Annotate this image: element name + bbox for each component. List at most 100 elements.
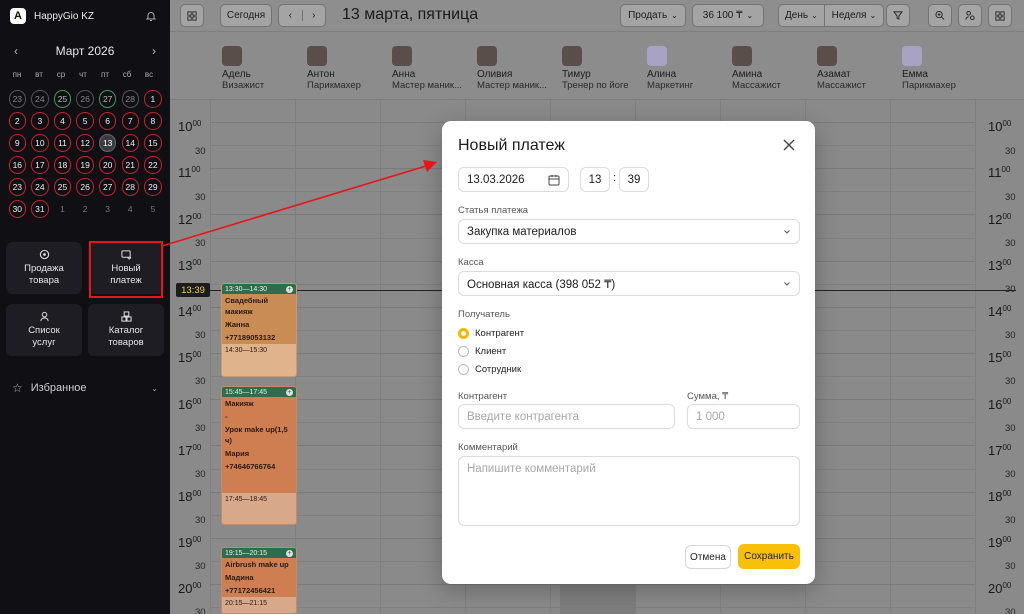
new-payment-tile[interactable]: Новый платеж	[88, 242, 164, 294]
cancel-button[interactable]: Отмена	[685, 545, 731, 569]
calendar-day[interactable]: 21	[121, 156, 140, 174]
calendar-day[interactable]: 31	[31, 200, 49, 218]
staff-column-header[interactable]: Анна Мастер маник...	[392, 46, 477, 91]
calendar-day[interactable]: 14	[121, 134, 140, 152]
prev-day-icon[interactable]: ‹	[279, 10, 303, 21]
date-stepper: ‹ ›	[278, 4, 326, 27]
calendar-day[interactable]: 2	[8, 112, 27, 130]
staff-column-header[interactable]: Амина Массажист	[732, 46, 817, 91]
product-catalog-tile[interactable]: Каталог товаров	[88, 304, 164, 356]
calendar-day[interactable]: 1	[144, 90, 162, 108]
recipient-option-client[interactable]: Клиент	[458, 346, 506, 357]
prev-month-icon[interactable]: ‹	[14, 44, 18, 58]
bell-icon[interactable]	[145, 10, 157, 22]
calendar-icon[interactable]	[548, 174, 560, 186]
calendar-day[interactable]: 24	[31, 90, 49, 108]
calendar-day[interactable]: 5	[76, 112, 94, 130]
grid-view-button[interactable]	[180, 4, 204, 27]
brand[interactable]: A HappyGio KZ	[10, 8, 94, 24]
calendar-day[interactable]: 5	[144, 200, 162, 218]
payment-article-select[interactable]: Закупка материалов	[458, 219, 800, 244]
calendar-day[interactable]: 27	[98, 178, 117, 196]
minute-input[interactable]: 39	[619, 167, 649, 192]
recipient-option-employee[interactable]: Сотрудник	[458, 364, 521, 375]
add-icon[interactable]: +	[286, 388, 293, 396]
calendar-day[interactable]: 18	[53, 156, 72, 174]
today-button[interactable]: Сегодня	[220, 4, 272, 27]
appointment-card[interactable]: 19:15—20:15 + Airbrush make up Мадина +77…	[221, 547, 297, 614]
calendar-day[interactable]: 11	[53, 134, 72, 152]
staff-column-header[interactable]: Алина Маркетинг	[647, 46, 732, 91]
appointment-card[interactable]: 15:45—17:45 + Макияж - Урок make up(1,5 ч…	[221, 386, 297, 525]
calendar-day[interactable]: 19	[76, 156, 94, 174]
calendar-day[interactable]: 6	[98, 112, 117, 130]
apps-button[interactable]	[988, 4, 1012, 27]
sum-input[interactable]: 1 000	[687, 404, 800, 429]
save-button[interactable]: Сохранить	[738, 544, 800, 569]
calendar-day[interactable]: 7	[121, 112, 140, 130]
appointment-card[interactable]: 13:30—14:30 + Свадебный макияж Жанна +771…	[221, 283, 297, 377]
next-month-icon[interactable]: ›	[152, 44, 156, 58]
calendar-day[interactable]: 29	[144, 178, 162, 196]
counterparty-input[interactable]: Введите контрагента	[458, 404, 675, 429]
calendar-day[interactable]: 26	[76, 90, 94, 108]
radio-icon	[458, 364, 469, 375]
staff-column-header[interactable]: Тимур Тренер по йоге	[562, 46, 647, 91]
cashbox-select[interactable]: Основная касса (398 052 ₸)	[458, 271, 800, 296]
calendar-day[interactable]: 16	[8, 156, 27, 174]
close-icon[interactable]	[782, 138, 796, 152]
zoom-button[interactable]	[928, 4, 952, 27]
calendar-day[interactable]: 1	[54, 200, 72, 218]
favorites-section[interactable]: ☆ Избранное ⌄	[12, 381, 158, 395]
staff-column-header[interactable]: Азамат Массажист	[817, 46, 902, 91]
calendar-day[interactable]: 3	[31, 112, 49, 130]
hour-label: 1900	[178, 535, 202, 550]
view-day-dropdown[interactable]: День ⌄	[779, 5, 825, 26]
hour-input[interactable]: 13	[580, 167, 610, 192]
calendar-day[interactable]: 8	[144, 112, 162, 130]
calendar-day[interactable]: 25	[53, 90, 72, 108]
chevron-down-icon: ⌄	[151, 383, 158, 393]
calendar-day[interactable]: 30	[8, 200, 27, 218]
calendar-day[interactable]: 4	[122, 200, 140, 218]
staff-column-header[interactable]: Оливия Мастер маник...	[477, 46, 562, 91]
services-list-tile[interactable]: Список услуг	[6, 304, 82, 356]
calendar-day[interactable]: 10	[31, 134, 49, 152]
calendar-day[interactable]: 4	[53, 112, 72, 130]
calendar-day[interactable]: 15	[144, 134, 162, 152]
calendar-day[interactable]: 20	[98, 156, 117, 174]
calendar-day[interactable]: 23	[8, 90, 27, 108]
next-day-icon[interactable]: ›	[303, 10, 326, 21]
view-week-dropdown[interactable]: Неделя ⌄	[825, 5, 883, 26]
calendar-day[interactable]: 2	[76, 200, 94, 218]
calendar-day[interactable]: 12	[76, 134, 94, 152]
add-icon[interactable]: +	[286, 285, 293, 293]
sell-product-tile[interactable]: Продажа товара	[6, 242, 82, 294]
calendar-day[interactable]: 9	[8, 134, 27, 152]
comment-textarea[interactable]: Напишите комментарий	[458, 456, 800, 526]
calendar-day[interactable]: 28	[121, 178, 140, 196]
calendar-day[interactable]: 26	[76, 178, 94, 196]
add-icon[interactable]: +	[286, 549, 293, 557]
filter-button[interactable]	[886, 4, 910, 27]
payment-date-input[interactable]: 13.03.2026	[458, 167, 569, 192]
calendar-day[interactable]: 25	[53, 178, 72, 196]
calendar-day[interactable]: 3	[99, 200, 117, 218]
calendar-day[interactable]: 17	[31, 156, 49, 174]
calendar-day[interactable]: 24	[31, 178, 49, 196]
recipient-option-counterparty[interactable]: Контрагент	[458, 328, 524, 339]
cash-amount-dropdown[interactable]: 36 100 ₸ ⌄	[692, 4, 764, 27]
calendar-day[interactable]: 22	[144, 156, 162, 174]
radio-label: Клиент	[475, 346, 507, 357]
month-title: Март 2026	[55, 44, 115, 58]
calendar-day[interactable]: 28	[121, 90, 140, 108]
calendar-day[interactable]: 23	[8, 178, 27, 196]
staff-settings-button[interactable]	[958, 4, 982, 27]
article-label: Статья платежа	[458, 205, 529, 216]
staff-column-header[interactable]: Емма Парикмахер	[902, 46, 987, 91]
calendar-day[interactable]: 27	[98, 90, 117, 108]
staff-column-header[interactable]: Антон Парикмахер	[307, 46, 392, 91]
staff-column-header[interactable]: Адель Визажист	[222, 46, 307, 91]
sell-dropdown[interactable]: Продать ⌄	[620, 4, 686, 27]
calendar-day-selected[interactable]: 13	[98, 134, 117, 152]
